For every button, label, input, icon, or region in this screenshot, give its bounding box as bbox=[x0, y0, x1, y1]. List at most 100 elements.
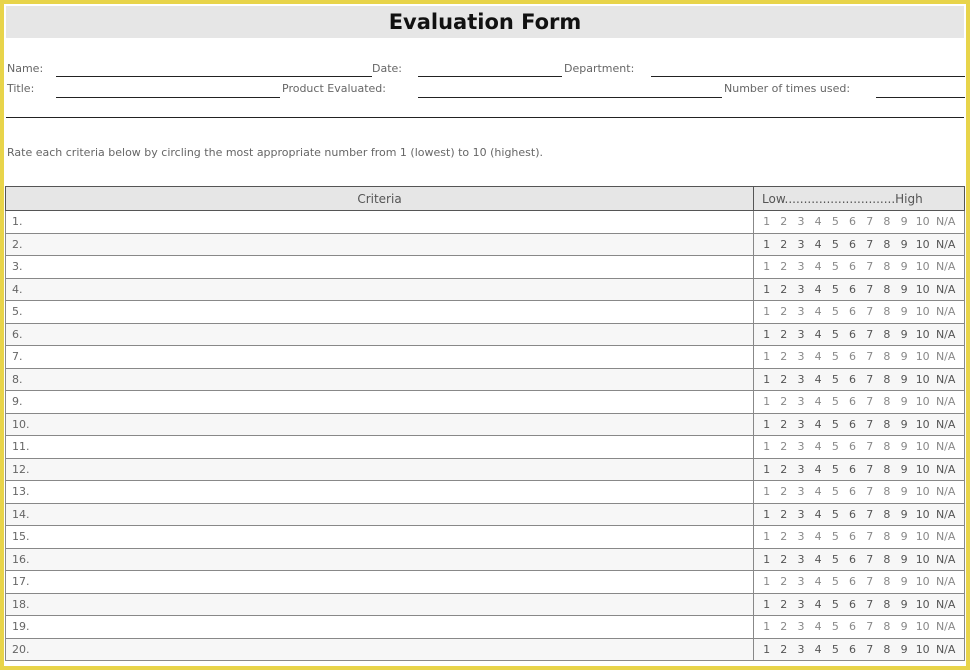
rating-option[interactable]: 9 bbox=[896, 485, 913, 498]
rating-option[interactable]: 3 bbox=[792, 350, 809, 363]
rating-option[interactable]: 3 bbox=[792, 485, 809, 498]
rating-option[interactable]: 8 bbox=[878, 305, 895, 318]
rating-option[interactable]: 9 bbox=[896, 553, 913, 566]
rating-option[interactable]: 3 bbox=[792, 463, 809, 476]
rating-option-na[interactable]: N/A bbox=[933, 283, 959, 296]
rating-option-na[interactable]: N/A bbox=[933, 620, 959, 633]
rating-option[interactable]: 1 bbox=[758, 553, 775, 566]
rating-option[interactable]: 8 bbox=[878, 418, 895, 431]
rating-option[interactable]: 2 bbox=[775, 440, 792, 453]
rating-option[interactable]: 9 bbox=[896, 418, 913, 431]
rating-option[interactable]: 3 bbox=[792, 418, 809, 431]
rating-option-na[interactable]: N/A bbox=[933, 485, 959, 498]
rating-option[interactable]: 4 bbox=[810, 350, 827, 363]
rating-option-na[interactable]: N/A bbox=[933, 418, 959, 431]
rating-option[interactable]: 4 bbox=[810, 575, 827, 588]
rating-option[interactable]: 10 bbox=[913, 350, 933, 363]
rating-option[interactable]: 6 bbox=[844, 238, 861, 251]
rating-option[interactable]: 1 bbox=[758, 575, 775, 588]
rating-option[interactable]: 3 bbox=[792, 328, 809, 341]
date-field[interactable] bbox=[418, 76, 562, 77]
rating-option[interactable]: 5 bbox=[827, 440, 844, 453]
criteria-cell[interactable]: 11. bbox=[5, 435, 754, 459]
rating-option[interactable]: 2 bbox=[775, 418, 792, 431]
rating-option[interactable]: 2 bbox=[775, 260, 792, 273]
rating-option[interactable]: 6 bbox=[844, 575, 861, 588]
rating-option[interactable]: 4 bbox=[810, 283, 827, 296]
rating-option[interactable]: 1 bbox=[758, 598, 775, 611]
criteria-cell[interactable]: 3. bbox=[5, 255, 754, 279]
rating-option[interactable]: 2 bbox=[775, 620, 792, 633]
rating-option[interactable]: 5 bbox=[827, 485, 844, 498]
rating-option[interactable]: 10 bbox=[913, 395, 933, 408]
product-evaluated-field[interactable] bbox=[418, 97, 722, 98]
rating-option-na[interactable]: N/A bbox=[933, 373, 959, 386]
rating-option[interactable]: 5 bbox=[827, 643, 844, 656]
rating-option[interactable]: 4 bbox=[810, 418, 827, 431]
rating-option[interactable]: 8 bbox=[878, 373, 895, 386]
rating-option[interactable]: 1 bbox=[758, 643, 775, 656]
rating-option[interactable]: 5 bbox=[827, 350, 844, 363]
criteria-cell[interactable]: 15. bbox=[5, 525, 754, 549]
rating-option-na[interactable]: N/A bbox=[933, 575, 959, 588]
rating-option[interactable]: 7 bbox=[861, 373, 878, 386]
rating-option[interactable]: 2 bbox=[775, 238, 792, 251]
rating-option[interactable]: 4 bbox=[810, 508, 827, 521]
rating-option[interactable]: 2 bbox=[775, 643, 792, 656]
rating-option[interactable]: 4 bbox=[810, 530, 827, 543]
criteria-cell[interactable]: 20. bbox=[5, 637, 754, 661]
rating-option[interactable]: 10 bbox=[913, 530, 933, 543]
rating-option[interactable]: 10 bbox=[913, 575, 933, 588]
rating-option[interactable]: 8 bbox=[878, 238, 895, 251]
rating-option[interactable]: 3 bbox=[792, 283, 809, 296]
rating-option[interactable]: 1 bbox=[758, 620, 775, 633]
rating-option[interactable]: 5 bbox=[827, 305, 844, 318]
rating-option[interactable]: 4 bbox=[810, 440, 827, 453]
criteria-cell[interactable]: 16. bbox=[5, 547, 754, 571]
rating-option[interactable]: 8 bbox=[878, 553, 895, 566]
rating-option-na[interactable]: N/A bbox=[933, 215, 959, 228]
rating-option[interactable]: 1 bbox=[758, 530, 775, 543]
rating-option[interactable]: 2 bbox=[775, 575, 792, 588]
rating-option[interactable]: 7 bbox=[861, 508, 878, 521]
rating-option[interactable]: 5 bbox=[827, 418, 844, 431]
rating-option[interactable]: 9 bbox=[896, 215, 913, 228]
rating-option[interactable]: 5 bbox=[827, 620, 844, 633]
rating-option-na[interactable]: N/A bbox=[933, 530, 959, 543]
rating-option[interactable]: 2 bbox=[775, 215, 792, 228]
rating-option[interactable]: 5 bbox=[827, 328, 844, 341]
rating-option[interactable]: 10 bbox=[913, 305, 933, 318]
rating-option[interactable]: 7 bbox=[861, 530, 878, 543]
rating-option[interactable]: 3 bbox=[792, 575, 809, 588]
rating-option[interactable]: 2 bbox=[775, 463, 792, 476]
rating-option-na[interactable]: N/A bbox=[933, 463, 959, 476]
rating-option[interactable]: 9 bbox=[896, 350, 913, 363]
rating-option[interactable]: 1 bbox=[758, 395, 775, 408]
rating-option[interactable]: 10 bbox=[913, 598, 933, 611]
rating-option[interactable]: 6 bbox=[844, 463, 861, 476]
rating-option[interactable]: 9 bbox=[896, 530, 913, 543]
rating-option-na[interactable]: N/A bbox=[933, 440, 959, 453]
rating-option[interactable]: 4 bbox=[810, 598, 827, 611]
rating-option[interactable]: 5 bbox=[827, 215, 844, 228]
rating-option[interactable]: 4 bbox=[810, 328, 827, 341]
rating-option[interactable]: 1 bbox=[758, 350, 775, 363]
rating-option-na[interactable]: N/A bbox=[933, 643, 959, 656]
rating-option[interactable]: 1 bbox=[758, 305, 775, 318]
criteria-cell[interactable]: 1. bbox=[5, 210, 754, 234]
rating-option[interactable]: 8 bbox=[878, 530, 895, 543]
rating-option[interactable]: 1 bbox=[758, 283, 775, 296]
rating-option[interactable]: 1 bbox=[758, 418, 775, 431]
rating-option[interactable]: 10 bbox=[913, 215, 933, 228]
rating-option[interactable]: 8 bbox=[878, 260, 895, 273]
criteria-cell[interactable]: 5. bbox=[5, 300, 754, 324]
rating-option[interactable]: 2 bbox=[775, 530, 792, 543]
rating-option[interactable]: 3 bbox=[792, 215, 809, 228]
rating-option[interactable]: 10 bbox=[913, 418, 933, 431]
rating-option[interactable]: 6 bbox=[844, 350, 861, 363]
rating-option[interactable]: 10 bbox=[913, 328, 933, 341]
rating-option[interactable]: 3 bbox=[792, 305, 809, 318]
rating-option[interactable]: 4 bbox=[810, 485, 827, 498]
rating-option[interactable]: 7 bbox=[861, 575, 878, 588]
rating-option-na[interactable]: N/A bbox=[933, 305, 959, 318]
